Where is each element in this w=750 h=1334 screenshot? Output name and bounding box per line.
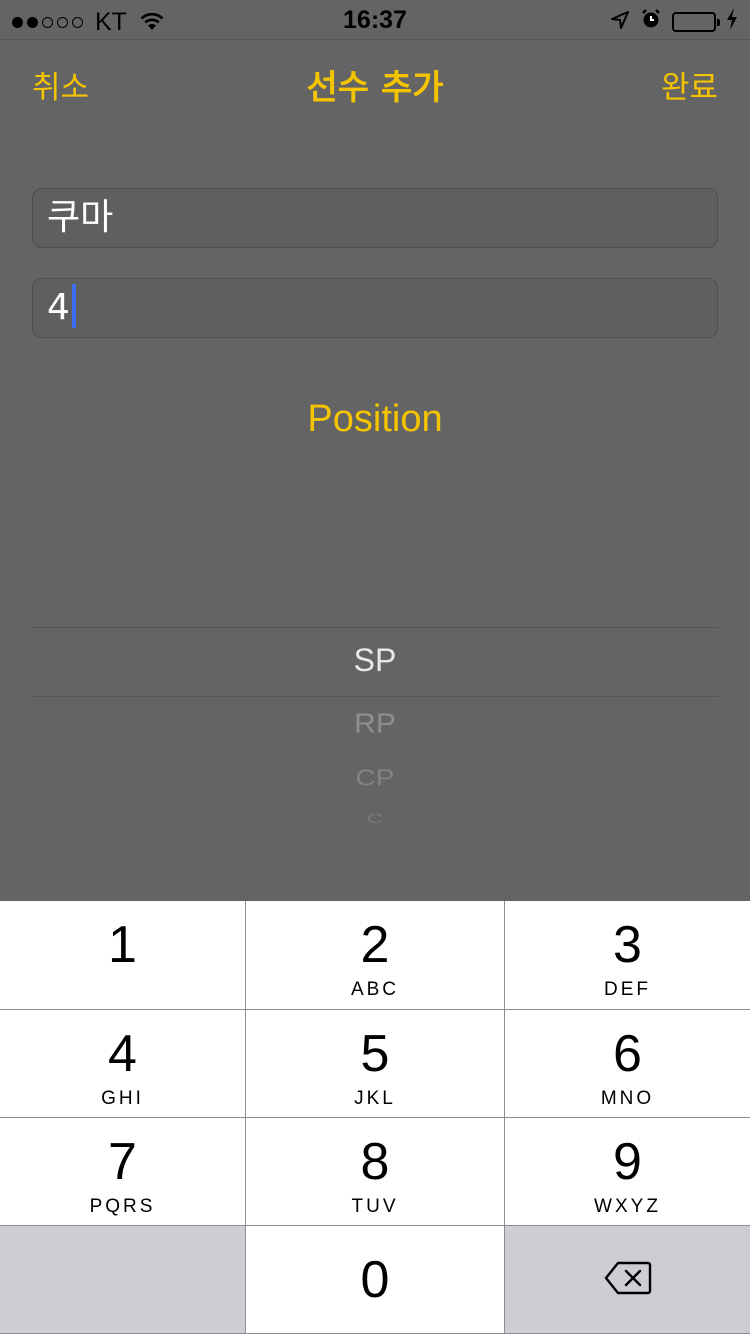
key-letters: MNO — [600, 1088, 655, 1109]
key-digit: 5 — [360, 1025, 390, 1083]
delete-key[interactable] — [505, 1226, 750, 1334]
key-digit: 1 — [108, 916, 137, 974]
numeric-keypad: 1 2 ABC 3 DEF 4 GHI 5 JKL 6 MNO 7 PQRS 8… — [0, 901, 750, 1334]
key-digit: 6 — [613, 1025, 642, 1083]
key-blank — [0, 1226, 246, 1334]
cancel-button[interactable]: 취소 — [32, 62, 89, 107]
key-letters: ABC — [350, 979, 400, 1000]
key-letters: DEF — [604, 979, 651, 1000]
key-9[interactable]: 9 WXYZ — [505, 1118, 750, 1226]
position-picker-option[interactable]: CP — [0, 765, 750, 791]
charging-bolt-icon — [726, 8, 738, 36]
key-digit: 8 — [360, 1133, 390, 1191]
key-digit: 4 — [108, 1025, 137, 1083]
player-name-value: 쿠마 — [47, 197, 114, 238]
done-button[interactable]: 완료 — [661, 62, 718, 107]
key-2[interactable]: 2 ABC — [246, 901, 505, 1010]
key-letters: PQRS — [89, 1196, 156, 1217]
status-right — [610, 8, 738, 36]
key-0[interactable]: 0 — [246, 1226, 505, 1334]
player-number-value: 4 — [47, 287, 70, 328]
position-picker-option[interactable]: ... — [0, 832, 750, 837]
key-letters: GHI — [101, 1088, 144, 1109]
position-picker-option[interactable]: C — [0, 811, 750, 826]
alarm-icon — [640, 8, 662, 36]
key-digit: 3 — [613, 916, 642, 974]
key-5[interactable]: 5 JKL — [246, 1010, 505, 1118]
key-digit: 2 — [360, 916, 390, 974]
text-cursor — [71, 284, 76, 328]
key-letters: JKL — [354, 1088, 396, 1109]
key-8[interactable]: 8 TUV — [246, 1118, 505, 1226]
key-7[interactable]: 7 PQRS — [0, 1118, 246, 1226]
page-title: 선수 추가 — [306, 68, 444, 108]
key-digit: 9 — [613, 1133, 642, 1191]
battery-icon — [672, 12, 720, 32]
backspace-icon — [604, 1261, 652, 1299]
key-letters: WXYZ — [594, 1196, 661, 1217]
key-digit: 7 — [108, 1133, 137, 1191]
key-digit: 0 — [360, 1251, 390, 1309]
key-1[interactable]: 1 — [0, 901, 246, 1010]
position-label: Position — [307, 398, 443, 440]
position-picker-selected[interactable]: SP — [0, 642, 750, 679]
position-picker-option[interactable]: RP — [0, 708, 750, 740]
picker-selection-top-line — [32, 627, 718, 628]
status-bar: KT 16:37 — [0, 0, 750, 40]
key-3[interactable]: 3 DEF — [505, 901, 750, 1010]
key-letters: TUV — [351, 1196, 399, 1217]
status-divider — [0, 39, 750, 40]
player-number-field[interactable]: 4 — [32, 278, 718, 338]
player-name-field[interactable]: 쿠마 — [32, 188, 718, 248]
key-4[interactable]: 4 GHI — [0, 1010, 246, 1118]
location-arrow-icon — [610, 8, 630, 36]
picker-selection-bottom-line — [32, 696, 718, 697]
key-6[interactable]: 6 MNO — [505, 1010, 750, 1118]
